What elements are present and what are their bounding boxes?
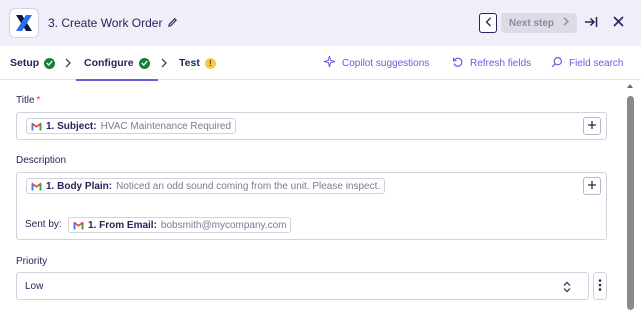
step-title[interactable]: 3. Create Work Order (48, 16, 179, 30)
check-circle-icon (44, 57, 56, 69)
chevron-left-icon (485, 17, 492, 30)
previous-step-button[interactable] (479, 13, 497, 33)
scroll-up-arrow-icon[interactable] (627, 84, 633, 88)
title-field-label: Title * (16, 95, 40, 106)
pencil-icon[interactable] (167, 17, 179, 29)
refresh-fields-button[interactable]: Refresh fields (452, 46, 531, 80)
check-circle-icon (138, 57, 150, 69)
tab-configure[interactable]: Configure (76, 46, 158, 81)
pill-key: 1. Body Plain: (46, 180, 113, 192)
refresh-icon (452, 56, 464, 71)
priority-field-label: Priority (16, 256, 48, 267)
scrollbar[interactable] (625, 80, 635, 310)
step-title-text: 3. Create Work Order (48, 16, 163, 30)
gmail-icon (31, 122, 42, 131)
gmail-icon (31, 182, 42, 191)
gmail-icon (73, 221, 84, 230)
tab-setup[interactable]: Setup (10, 46, 56, 80)
pill-value: Noticed an odd sound coming from the uni… (116, 180, 381, 192)
pill-value: bobsmith@mycompany.com (160, 219, 287, 231)
priority-selected-value: Low (25, 281, 44, 292)
mapped-field-pill[interactable]: 1. Body Plain: Noticed an odd sound comi… (26, 178, 386, 194)
copilot-suggestions-label: Copilot suggestions (342, 57, 430, 69)
expand-panel-button[interactable] (583, 15, 599, 31)
mapped-field-pill[interactable]: 1. Subject: HVAC Maintenance Required (26, 118, 237, 134)
arrow-right-to-bar-icon (584, 16, 598, 31)
step-tabs: Setup Configure Test ! Copilot suggestio… (0, 46, 641, 81)
close-icon (612, 16, 624, 30)
chevron-right-icon (65, 58, 73, 68)
priority-select[interactable]: Low (16, 272, 589, 300)
warning-icon: ! (204, 57, 216, 69)
copilot-suggestions-button[interactable]: Copilot suggestions (323, 46, 429, 80)
chevron-right-icon (563, 17, 569, 29)
mapped-field-pill[interactable]: 1. From Email: bobsmith@mycompany.com (68, 217, 292, 233)
pill-value: HVAC Maintenance Required (100, 120, 232, 132)
next-step-label: Next step (508, 17, 554, 29)
description-field[interactable]: 1. Body Plain: Noticed an odd sound comi… (16, 172, 607, 240)
scrollbar-thumb[interactable] (627, 96, 634, 310)
step-navigation: Next step (479, 13, 577, 33)
chevron-up-down-icon (563, 281, 571, 293)
sent-by-text: Sent by: (25, 219, 62, 230)
insert-data-button[interactable] (583, 117, 601, 135)
field-search-button[interactable]: Field search (551, 46, 623, 80)
tab-configure-label: Configure (84, 57, 134, 69)
field-options-button[interactable] (593, 272, 607, 300)
description-field-label: Description (16, 155, 67, 166)
tab-setup-label: Setup (10, 57, 40, 69)
step-header: 3. Create Work Order Next step (0, 0, 641, 46)
required-marker: * (36, 95, 41, 106)
field-search-label: Field search (569, 57, 624, 69)
chevron-right-icon (161, 58, 169, 68)
close-button[interactable] (610, 15, 626, 31)
title-label-text: Title (16, 95, 35, 106)
more-vertical-icon (598, 278, 602, 295)
pill-key: 1. Subject: (46, 120, 97, 132)
title-field[interactable]: 1. Subject: HVAC Maintenance Required (16, 112, 607, 140)
sparkle-icon (323, 55, 336, 71)
refresh-fields-label: Refresh fields (470, 57, 532, 69)
app-logo (9, 8, 39, 38)
next-step-button[interactable]: Next step (501, 13, 577, 33)
insert-data-button[interactable] (583, 177, 601, 195)
plus-icon (587, 120, 597, 133)
tab-test[interactable]: Test ! (179, 46, 216, 80)
pill-key: 1. From Email: (88, 219, 157, 231)
plus-icon (587, 180, 597, 193)
tab-test-label: Test (179, 57, 200, 69)
search-icon (551, 56, 563, 71)
